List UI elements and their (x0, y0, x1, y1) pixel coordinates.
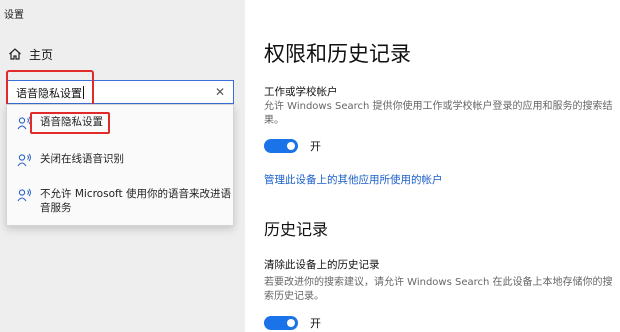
window-title: 设置 (4, 10, 24, 21)
work-accounts-description: 允许 Windows Search 提供你使用工作或学校帐户登录的应用和服务的搜… (264, 101, 613, 126)
work-accounts-heading: 工作或学校帐户 (264, 86, 338, 98)
search-input-value: 语音隐私设置 (16, 86, 84, 100)
search-suggestions-dropdown: 语音隐私设置 关闭在线语音识别 不允许 Microsoft 使用你的语音来改进语… (6, 104, 234, 226)
suggestion-label: 语音隐私设置 (40, 116, 103, 128)
suggestion-item[interactable]: 不允许 Microsoft 使用你的语音来改进语音服务 (7, 187, 233, 215)
voice-settings-icon (17, 116, 31, 130)
suggestion-item[interactable]: 语音隐私设置 (7, 115, 233, 130)
toggle-state-label: 开 (310, 317, 321, 330)
history-toggle[interactable] (264, 316, 298, 330)
voice-settings-icon (17, 153, 31, 167)
suggestion-label: 关闭在线语音识别 (40, 153, 124, 165)
settings-sidebar: 设置 主页 语音隐私设置 ✕ 语音隐私设置 关闭在线语音识别 不允许 Micro… (0, 0, 245, 332)
search-input[interactable]: 语音隐私设置 ✕ (6, 80, 234, 104)
work-accounts-toggle[interactable] (264, 139, 298, 153)
suggestion-label: 不允许 Microsoft 使用你的语音来改进语音服务 (40, 188, 231, 214)
clear-history-description: 若要改进你的搜索建议，请允许 Windows Search 在此设备上本地存储你… (264, 277, 613, 302)
clear-history-heading: 清除此设备上的历史记录 (264, 259, 380, 271)
toggle-knob (287, 142, 295, 150)
history-section-title: 历史记录 (264, 220, 329, 239)
page-title: 权限和历史记录 (264, 42, 411, 66)
work-accounts-toggle-row: 开 (264, 138, 321, 154)
home-icon (9, 48, 21, 60)
suggestion-item[interactable]: 关闭在线语音识别 (7, 152, 233, 167)
manage-accounts-link[interactable]: 管理此设备上的其他应用所使用的帐户 (264, 172, 443, 187)
clear-search-button[interactable]: ✕ (213, 84, 227, 100)
voice-settings-icon (17, 188, 31, 202)
nav-home[interactable]: 主页 (8, 44, 53, 64)
toggle-knob (287, 319, 295, 327)
toggle-state-label: 开 (310, 140, 321, 153)
nav-home-label: 主页 (29, 47, 54, 62)
history-toggle-row: 开 (264, 315, 321, 331)
